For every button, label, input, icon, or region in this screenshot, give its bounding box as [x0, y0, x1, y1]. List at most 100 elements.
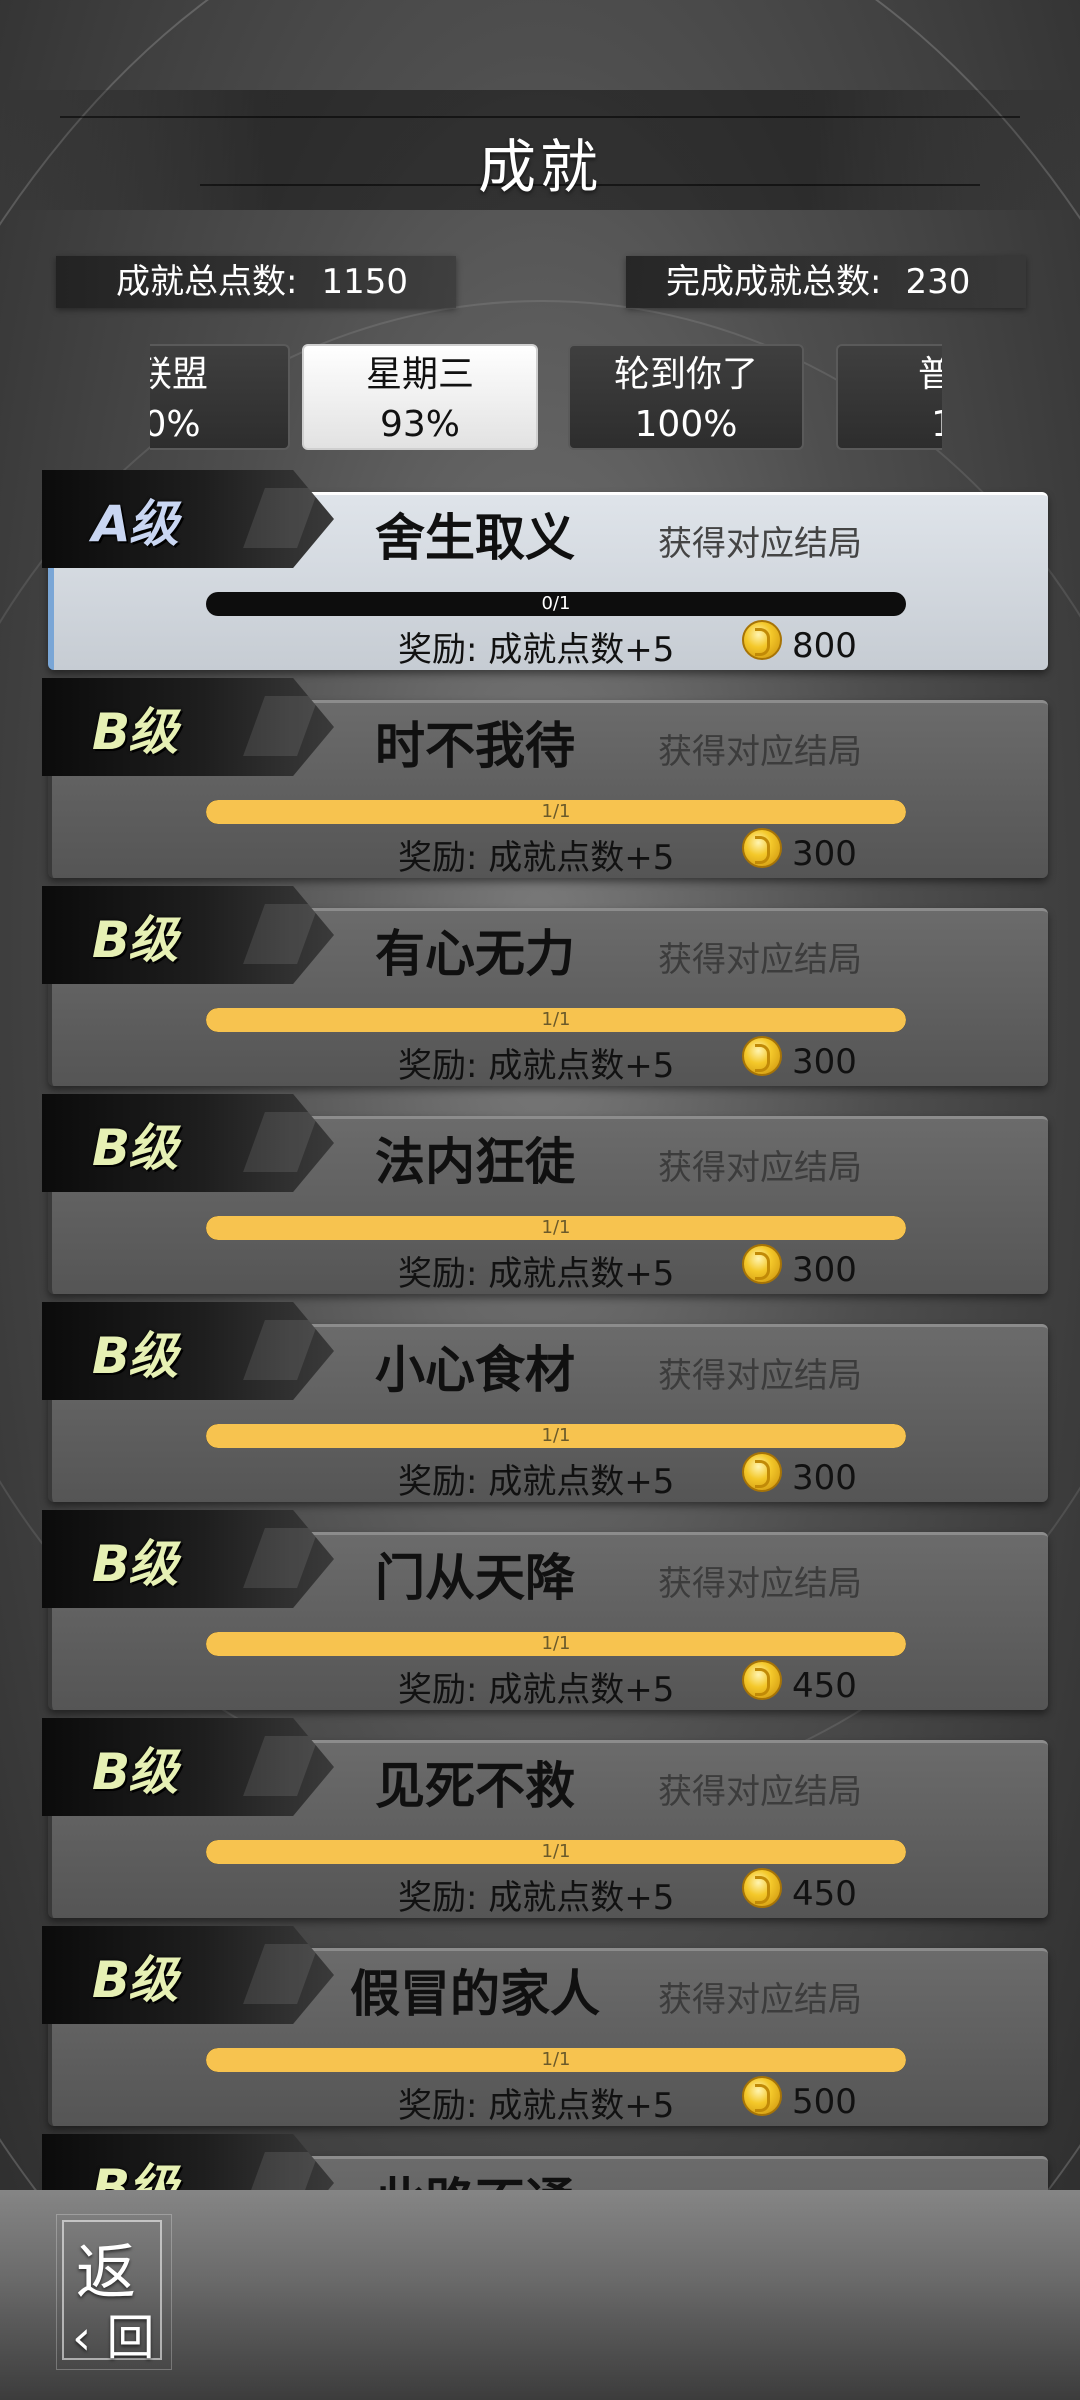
tab-2[interactable]: 轮到你了 100% — [568, 344, 804, 450]
progress-bar: 1/1 — [206, 1632, 906, 1656]
coin-amount: 450 — [792, 1666, 857, 1706]
grade-label: B级 — [92, 1951, 178, 2009]
completed-count-stat: 完成成就总数: 230 — [626, 256, 1026, 308]
tab-percent: 93% — [379, 404, 460, 445]
achievement-condition: 获得对应结局 — [658, 2180, 862, 2190]
progress-bar: 1/1 — [206, 1008, 906, 1032]
gold-coin-icon — [742, 1868, 782, 1908]
grade-label: B级 — [92, 1119, 178, 1177]
achievement-name: 法内狂徒 — [375, 1133, 575, 1191]
progress-bar: 1/1 — [206, 1424, 906, 1448]
tab-name: 轮到你了 — [613, 354, 758, 395]
achievements-screen: 成就 成就总点数: 1150 完成成就总数: 230 联盟 0% 星期三 93% 轮到你了 1… — [0, 0, 1080, 2400]
achievement-card[interactable]: B级 有心无力 获得对应结局 1/1 奖励: 成就点数+5 300 — [30, 886, 1050, 1086]
coin-amount: 800 — [792, 626, 857, 666]
achievement-condition: 获得对应结局 — [658, 1356, 862, 1396]
tab-percent: 0% — [150, 404, 201, 445]
achievement-condition: 获得对应结局 — [658, 524, 862, 564]
reward-text: 奖励: 成就点数+5 — [398, 1254, 675, 1294]
coin-amount: 450 — [792, 1874, 857, 1914]
achievement-condition: 获得对应结局 — [658, 940, 862, 980]
grade-label: B级 — [92, 1327, 178, 1385]
grade-label: A级 — [92, 495, 179, 553]
gold-coin-icon — [742, 1244, 782, 1284]
progress-text: 1/1 — [541, 1633, 571, 1654]
total-points-label: 成就总点数: — [116, 262, 298, 302]
achievement-condition: 获得对应结局 — [658, 732, 862, 772]
achievement-name: 此路不通 — [280, 2162, 670, 2190]
progress-text: 1/1 — [541, 2049, 571, 2070]
progress-text: 1/1 — [541, 801, 571, 822]
grade-label: B级 — [92, 2159, 178, 2190]
achievement-name: 时不我待 — [375, 717, 575, 775]
grade-label: B级 — [92, 1743, 178, 1801]
progress-text: 0/1 — [541, 593, 571, 614]
reward-text: 奖励: 成就点数+5 — [398, 838, 675, 878]
gold-coin-icon — [742, 620, 782, 660]
coin-amount: 500 — [792, 2082, 857, 2122]
achievement-name: 舍生取义 — [375, 509, 575, 567]
achievement-condition: 获得对应结局 — [658, 1980, 862, 2020]
coin-amount: 300 — [792, 834, 857, 874]
tab-name: 星期三 — [365, 354, 474, 395]
category-tabs[interactable]: 联盟 0% 星期三 93% 轮到你了 100% 普罗 10 — [150, 342, 942, 454]
grade-label: B级 — [92, 703, 178, 761]
gold-coin-icon — [742, 1452, 782, 1492]
gold-coin-icon — [742, 1660, 782, 1700]
progress-bar: 1/1 — [206, 1216, 906, 1240]
back-label-bottom: ‹ 回 — [72, 2310, 155, 2366]
achievement-condition: 获得对应结局 — [658, 1772, 862, 1812]
achievement-card[interactable]: B级 假冒的家人 获得对应结局 1/1 奖励: 成就点数+5 500 — [30, 1926, 1050, 2126]
tab-percent: 10 — [838, 400, 942, 450]
completed-count-label: 完成成就总数: — [666, 262, 882, 302]
tab-name: 普罗 — [917, 354, 942, 395]
achievement-name: 假冒的家人 — [350, 1965, 600, 2023]
progress-bar: 1/1 — [206, 800, 906, 824]
tab-name: 联盟 — [150, 354, 208, 395]
achievement-condition: 获得对应结局 — [658, 1564, 862, 1604]
achievement-card[interactable]: B级 见死不救 获得对应结局 1/1 奖励: 成就点数+5 450 — [30, 1718, 1050, 1918]
progress-bar: 1/1 — [206, 1840, 906, 1864]
achievement-card[interactable]: B级 时不我待 获得对应结局 1/1 奖励: 成就点数+5 300 — [30, 678, 1050, 878]
achievement-name: 有心无力 — [375, 925, 575, 983]
tab-0[interactable]: 联盟 0% — [150, 344, 290, 450]
tab-percent: 100% — [634, 404, 738, 445]
achievement-card[interactable]: B级此路不通获得对应结局1/1奖励: 成就点数+5 — [30, 2134, 1050, 2190]
achievement-card[interactable]: B级 门从天降 获得对应结局 1/1 奖励: 成就点数+5 450 — [30, 1510, 1050, 1710]
achievement-card[interactable]: B级 小心食材 获得对应结局 1/1 奖励: 成就点数+5 300 — [30, 1302, 1050, 1502]
achievement-name: 门从天降 — [375, 1549, 575, 1607]
achievement-card[interactable]: B级 法内狂徒 获得对应结局 1/1 奖励: 成就点数+5 300 — [30, 1094, 1050, 1294]
achievement-name: 小心食材 — [375, 1341, 575, 1399]
grade-label: B级 — [92, 1535, 178, 1593]
reward-text: 奖励: 成就点数+5 — [398, 1878, 675, 1918]
grade-label: B级 — [92, 911, 178, 969]
reward-text: 奖励: 成就点数+5 — [398, 630, 675, 670]
gold-coin-icon — [742, 1036, 782, 1076]
progress-text: 1/1 — [541, 1841, 571, 1862]
completed-count-value: 230 — [905, 262, 971, 302]
reward-text: 奖励: 成就点数+5 — [398, 1462, 675, 1502]
back-button[interactable]: 返 ‹ 回 — [56, 2214, 172, 2370]
progress-text: 1/1 — [541, 1217, 571, 1238]
total-points-stat: 成就总点数: 1150 — [56, 256, 456, 308]
progress-bar: 1/1 — [206, 2048, 906, 2072]
gold-coin-icon — [742, 2076, 782, 2116]
total-points-value: 1150 — [321, 262, 408, 302]
coin-amount: 300 — [792, 1250, 857, 1290]
gold-coin-icon — [742, 828, 782, 868]
coin-amount: 300 — [792, 1458, 857, 1498]
reward-text: 奖励: 成就点数+5 — [398, 1670, 675, 1710]
reward-text: 奖励: 成就点数+5 — [398, 1046, 675, 1086]
achievement-list[interactable]: A级 舍生取义 获得对应结局 0/1 奖励: 成就点数+5 800 B级 时不我待 获得对应结局… — [0, 470, 1080, 2190]
progress-bar: 0/1 — [206, 592, 906, 616]
achievement-condition: 获得对应结局 — [658, 1148, 862, 1188]
achievement-card[interactable]: A级 舍生取义 获得对应结局 0/1 奖励: 成就点数+5 800 — [30, 470, 1050, 670]
reward-text: 奖励: 成就点数+5 — [398, 2086, 675, 2126]
tab-1[interactable]: 星期三 93% — [302, 344, 538, 450]
tab-3[interactable]: 普罗 10 — [836, 344, 942, 450]
achievement-name: 见死不救 — [375, 1757, 575, 1815]
progress-text: 1/1 — [541, 1009, 571, 1030]
progress-text: 1/1 — [541, 1425, 571, 1446]
coin-amount: 300 — [792, 1042, 857, 1082]
page-title: 成就 — [477, 133, 602, 201]
